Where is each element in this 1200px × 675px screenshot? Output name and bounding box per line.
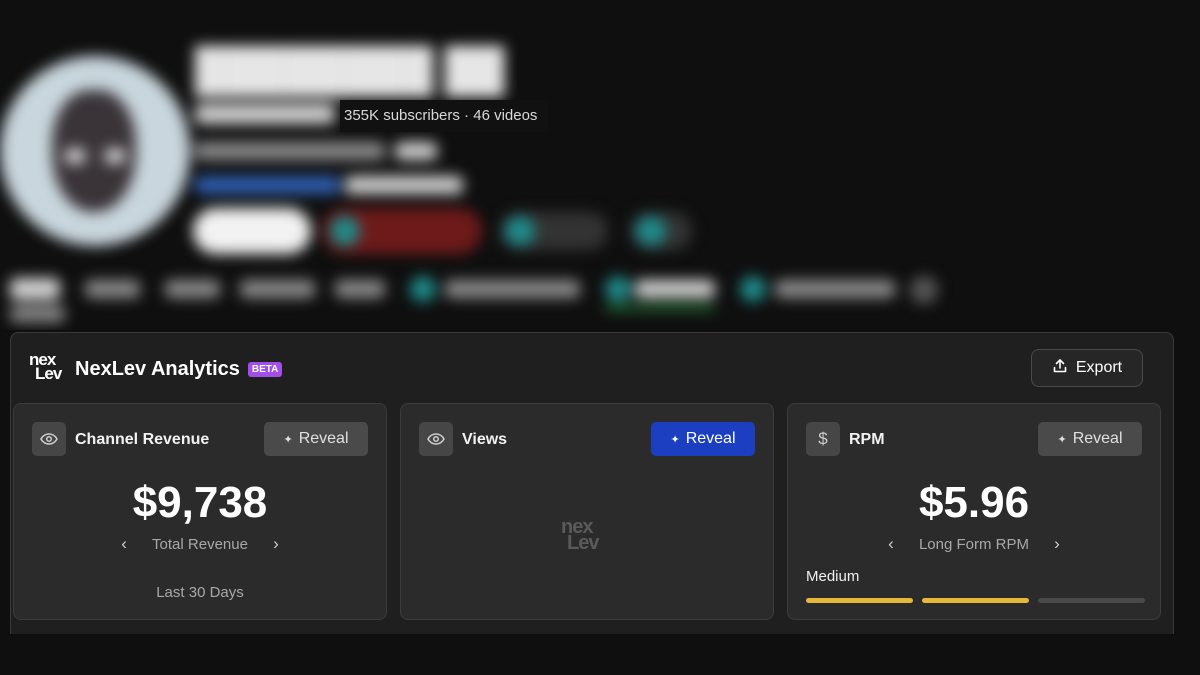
brand-name: NexLev Analytics <box>75 357 240 380</box>
eye-icon <box>32 422 66 456</box>
channel-header-blurred: ████████ ██ 355K subscribers · 46 videos <box>0 0 1200 330</box>
tier-segment <box>1038 598 1145 603</box>
rpm-card: $ RPM ✦ Reveal $5.96 ‹ Long Form RPM › M… <box>787 403 1161 620</box>
metric-switcher: ‹ Total Revenue › <box>14 534 386 554</box>
chevron-left-icon[interactable]: ‹ <box>114 534 134 554</box>
export-button[interactable]: Export <box>1031 349 1143 387</box>
sparkle-icon: ✦ <box>1057 433 1067 446</box>
upload-icon <box>1052 358 1068 379</box>
chevron-right-icon[interactable]: › <box>1047 534 1067 554</box>
metric-label: Total Revenue <box>152 535 248 553</box>
channel-revenue-card: Channel Revenue ✦ Reveal $9,738 ‹ Total … <box>13 403 387 620</box>
channel-name-blurred: ████████ ██ <box>195 46 505 93</box>
channel-avatar <box>0 56 190 246</box>
nexlev-analytics-panel: nex Lev NexLev Analytics BETA Export Cha… <box>10 332 1174 634</box>
nexlev-watermark-logo: nex Lev <box>561 516 599 554</box>
sparkle-icon: ✦ <box>670 433 680 446</box>
chevron-left-icon[interactable]: ‹ <box>881 534 901 554</box>
metric-switcher: ‹ Long Form RPM › <box>788 534 1160 554</box>
eye-icon <box>419 422 453 456</box>
reveal-button[interactable]: ✦ Reveal <box>1038 422 1142 456</box>
card-title: Channel Revenue <box>75 431 210 448</box>
tier-segment <box>922 598 1029 603</box>
sparkle-icon: ✦ <box>283 433 293 446</box>
card-title: RPM <box>849 431 885 448</box>
reveal-button[interactable]: ✦ Reveal <box>264 422 368 456</box>
period-label: Last 30 Days <box>156 584 244 601</box>
rpm-tier-meter <box>806 598 1145 603</box>
chevron-right-icon[interactable]: › <box>266 534 286 554</box>
brand: nex Lev NexLev Analytics BETA <box>29 350 283 385</box>
card-title: Views <box>462 431 508 448</box>
rpm-tier-label: Medium <box>806 568 860 585</box>
revenue-value: $9,738 <box>132 478 268 527</box>
reveal-button[interactable]: ✦ Reveal <box>651 422 755 456</box>
views-card: Views ✦ Reveal nex Lev <box>400 403 774 620</box>
export-label: Export <box>1075 359 1123 376</box>
rpm-value: $5.96 <box>918 478 1030 527</box>
dollar-icon: $ <box>806 422 840 456</box>
metric-label: Long Form RPM <box>918 535 1030 553</box>
nexlev-logo: nex Lev <box>29 350 62 383</box>
tier-segment <box>806 598 913 603</box>
channel-stats-tooltip: 355K subscribers · 46 videos <box>340 100 548 132</box>
blurred-content: ████████ ██ <box>0 0 1200 330</box>
beta-badge: BETA <box>247 361 283 377</box>
